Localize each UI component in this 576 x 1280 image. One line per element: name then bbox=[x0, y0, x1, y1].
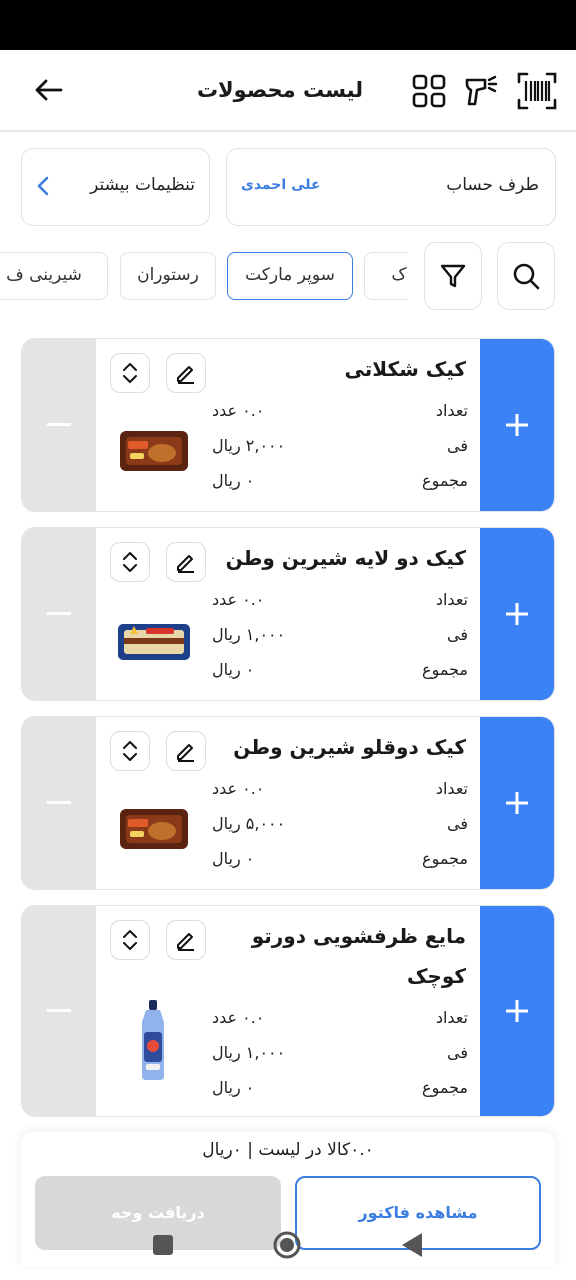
category-chip[interactable]: شیرینی ف bbox=[0, 252, 108, 300]
chevron-up-down-icon bbox=[123, 552, 137, 572]
price-value: ۵,۰۰۰ ریال bbox=[212, 814, 286, 833]
decrease-button[interactable] bbox=[22, 528, 96, 700]
total-value: ۰ ریال bbox=[212, 660, 255, 679]
total-label: مجموع bbox=[422, 660, 468, 679]
sort-button[interactable] bbox=[110, 542, 150, 582]
price-label: فی bbox=[447, 625, 468, 644]
recents-icon[interactable] bbox=[152, 1234, 174, 1256]
grid-icon[interactable] bbox=[406, 68, 452, 114]
price-value: ۱,۰۰۰ ریال bbox=[212, 1043, 286, 1062]
cart-summary: ۰.۰کالا در لیست | ۰ریال bbox=[202, 1140, 374, 1160]
total-label: مجموع bbox=[422, 849, 468, 868]
total-value: ۰ ریال bbox=[212, 1078, 255, 1097]
product-name: مایع ظرفشویی دورتو کوچک bbox=[251, 924, 466, 988]
decrease-button[interactable] bbox=[22, 906, 96, 1116]
product-card: کیک دوقلو شیرین وطن تعداد ۰.۰ عدد فی ۵,۰… bbox=[21, 716, 555, 890]
product-card: کیک دو لایه شیرین وطن تعداد ۰.۰ عدد فی ۱… bbox=[21, 527, 555, 701]
account-label: طرف حساب bbox=[446, 175, 539, 195]
price-value: ۱,۰۰۰ ریال bbox=[212, 625, 286, 644]
app-bar: لیست محصولات bbox=[0, 50, 576, 132]
product-image bbox=[120, 431, 188, 471]
total-value: ۰ ریال bbox=[212, 849, 255, 868]
minus-icon bbox=[47, 612, 71, 615]
plus-icon bbox=[506, 603, 528, 625]
price-value: ۲,۰۰۰ ریال bbox=[212, 436, 286, 455]
increase-button[interactable] bbox=[480, 528, 554, 700]
qty-value: ۰.۰ عدد bbox=[212, 590, 265, 609]
home-icon[interactable] bbox=[272, 1230, 302, 1260]
category-chip[interactable]: پاک bbox=[364, 252, 408, 300]
system-nav-bar bbox=[0, 1222, 576, 1268]
edit-button[interactable] bbox=[166, 353, 206, 393]
product-card: مایع ظرفشویی دورتو کوچک تعداد ۰.۰ عدد فی… bbox=[21, 905, 555, 1117]
qty-value: ۰.۰ عدد bbox=[212, 779, 265, 798]
sort-button[interactable] bbox=[110, 920, 150, 960]
filter-icon bbox=[440, 264, 466, 288]
plus-icon bbox=[506, 1000, 528, 1022]
category-chip-active[interactable]: سوپر مارکت bbox=[227, 252, 353, 300]
qty-label: تعداد bbox=[435, 590, 468, 609]
filter-button[interactable] bbox=[424, 242, 482, 310]
pencil-icon bbox=[177, 933, 194, 951]
edit-button[interactable] bbox=[166, 731, 206, 771]
more-settings-button[interactable]: تنظیمات بیشتر bbox=[21, 148, 210, 226]
status-bar bbox=[0, 0, 576, 50]
price-label: فی bbox=[447, 814, 468, 833]
qty-label: تعداد bbox=[435, 779, 468, 798]
total-value: ۰ ریال bbox=[212, 471, 255, 490]
increase-button[interactable] bbox=[480, 717, 554, 889]
edit-button[interactable] bbox=[166, 542, 206, 582]
sort-button[interactable] bbox=[110, 731, 150, 771]
product-name: کیک شکلاتی bbox=[344, 357, 466, 381]
qty-label: تعداد bbox=[435, 1008, 468, 1027]
scanner-icon[interactable] bbox=[458, 68, 504, 114]
product-image bbox=[120, 809, 188, 849]
pencil-icon bbox=[177, 744, 194, 762]
decrease-button[interactable] bbox=[22, 717, 96, 889]
search-button[interactable] bbox=[497, 242, 555, 310]
product-card: کیک شکلاتی تعداد ۰.۰ عدد فی ۲,۰۰۰ ریال م… bbox=[21, 338, 555, 512]
chevron-up-down-icon bbox=[123, 741, 137, 761]
minus-icon bbox=[47, 801, 71, 804]
category-chips[interactable]: پاک سوپر مارکت رستوران شیرینی ف bbox=[0, 248, 408, 304]
qty-label: تعداد bbox=[435, 401, 468, 420]
product-name: کیک دو لایه شیرین وطن bbox=[225, 546, 466, 570]
search-icon bbox=[513, 263, 540, 290]
barcode-icon[interactable] bbox=[514, 68, 560, 114]
account-selector[interactable]: طرف حساب علی احمدی bbox=[226, 148, 556, 226]
pencil-icon bbox=[177, 555, 194, 573]
chevron-up-down-icon bbox=[123, 930, 137, 950]
total-label: مجموع bbox=[422, 1078, 468, 1097]
minus-icon bbox=[47, 423, 71, 426]
more-settings-label: تنظیمات بیشتر bbox=[90, 175, 195, 195]
page-title: لیست محصولات bbox=[196, 78, 364, 102]
product-image bbox=[118, 624, 190, 660]
edit-button[interactable] bbox=[166, 920, 206, 960]
chevron-left-icon bbox=[36, 175, 50, 201]
increase-button[interactable] bbox=[480, 339, 554, 511]
back-arrow-icon[interactable] bbox=[26, 70, 70, 110]
decrease-button[interactable] bbox=[22, 339, 96, 511]
product-image bbox=[142, 1000, 164, 1080]
plus-icon bbox=[506, 414, 528, 436]
category-chip[interactable]: رستوران bbox=[120, 252, 216, 300]
chevron-up-down-icon bbox=[123, 363, 137, 383]
account-value: علی احمدی bbox=[241, 177, 321, 193]
price-label: فی bbox=[447, 1043, 468, 1062]
back-nav-icon[interactable] bbox=[400, 1232, 424, 1258]
qty-value: ۰.۰ عدد bbox=[212, 401, 265, 420]
pencil-icon bbox=[177, 366, 194, 384]
minus-icon bbox=[47, 1009, 71, 1012]
product-name: کیک دوقلو شیرین وطن bbox=[233, 735, 466, 759]
price-label: فی bbox=[447, 436, 468, 455]
total-label: مجموع bbox=[422, 471, 468, 490]
increase-button[interactable] bbox=[480, 906, 554, 1116]
sort-button[interactable] bbox=[110, 353, 150, 393]
plus-icon bbox=[506, 792, 528, 814]
qty-value: ۰.۰ عدد bbox=[212, 1008, 265, 1027]
